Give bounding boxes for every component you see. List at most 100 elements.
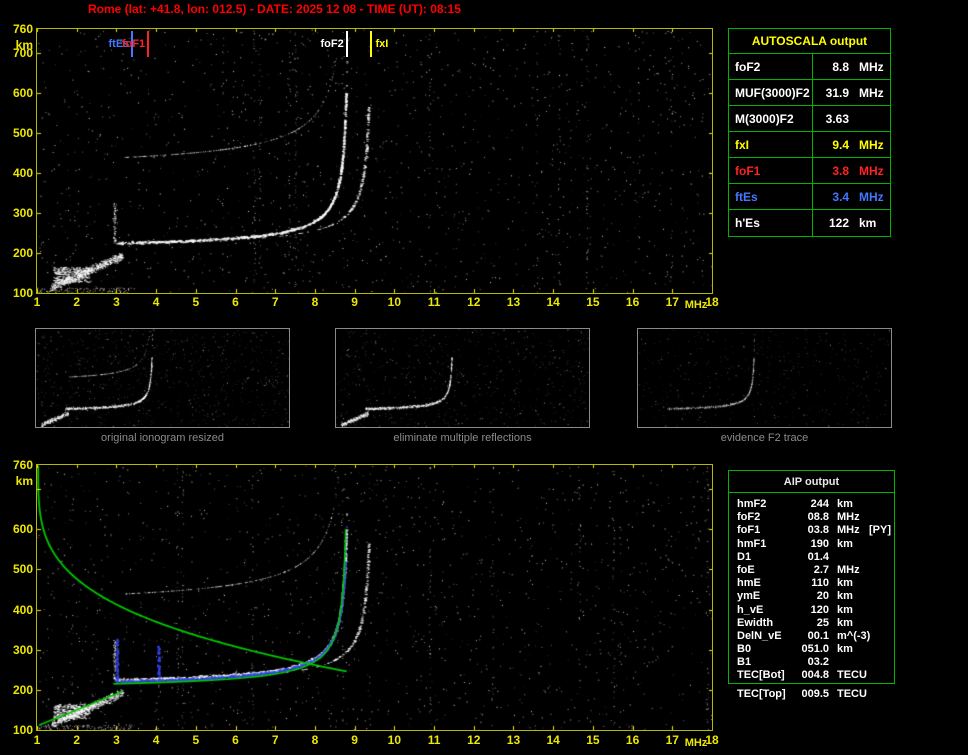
x-axis-label: 7 <box>271 295 279 309</box>
param-value: 03.8 <box>807 524 829 537</box>
x-axis-label: 2 <box>73 295 81 309</box>
table-row: foE 2.7 MHz <box>737 564 894 577</box>
autoscala-table-rows: foF2 8.8 MHz MUF(3000)F2 31.9 MHz M(3000)F2 3.6… <box>729 54 890 236</box>
x-axis-label: 3 <box>113 295 120 309</box>
x-axis-label: 8 <box>311 733 319 747</box>
y-axis-label: 600 <box>12 522 33 537</box>
x-axis-label: 11 <box>427 295 441 309</box>
x-axis-label: 15 <box>586 295 600 309</box>
param-value: 31.9 <box>825 86 849 100</box>
param-value: 3.63 <box>825 112 849 126</box>
param-unit: MHz <box>837 511 860 524</box>
param-unit <box>829 551 867 564</box>
param-value: 2.7 <box>813 563 829 576</box>
table-row: hmF1 190 km <box>737 538 894 551</box>
param-unit: TECU <box>837 669 867 682</box>
top-ionogram-plot: ftEs foF1 foF2 fxI <box>36 28 713 294</box>
param-unit: MHz <box>837 524 860 537</box>
caption-eliminate-reflections: eliminate multiple reflections <box>393 432 532 444</box>
param-unit: km <box>859 216 877 230</box>
x-axis-label: 8 <box>311 295 319 309</box>
table-row: M(3000)F2 3.63 <box>729 106 890 132</box>
table-row: foF2 8.8 MHz <box>729 54 890 80</box>
x-axis-label: 5 <box>192 295 200 309</box>
caption-evidence-f2: evidence F2 trace <box>720 432 809 444</box>
param-value: 3.4 <box>832 190 849 204</box>
param-label: foF2 <box>737 511 761 524</box>
y-axis-unit: km <box>15 474 33 488</box>
autoscala-window: Rome (lat: +41.8, lon: 012.5) - DATE: 20… <box>0 0 968 755</box>
table-row: hmE 110 km <box>737 577 894 590</box>
table-row: DelN_vE 00.1 m^(-3) <box>737 630 894 643</box>
param-label: h_vE <box>737 603 764 616</box>
param-unit: MHz <box>859 60 884 74</box>
param-label: foF1 <box>729 158 813 183</box>
y-axis-label: 300 <box>12 642 33 657</box>
param-unit: TECU <box>837 688 867 700</box>
thumb-evidence-canvas <box>638 329 891 427</box>
aip-table-title: AIP output <box>729 471 894 493</box>
x-axis-label: 4 <box>152 295 160 309</box>
param-value: 244 <box>810 498 829 510</box>
param-label: B1 <box>737 656 752 669</box>
param-unit: MHz <box>837 563 860 576</box>
y-axis-label: 500 <box>12 562 33 577</box>
tec-top-row: TEC[Top] 009.5 TECU <box>737 688 895 701</box>
y-axis-label: 760 <box>12 22 33 36</box>
param-label: fxI <box>729 132 813 157</box>
param-unit: km <box>837 590 853 603</box>
param-label: DelN_vE <box>737 629 782 642</box>
param-unit: km <box>837 537 853 550</box>
param-label: B0 <box>737 643 752 656</box>
param-unit <box>854 106 890 131</box>
y-axis-label: 600 <box>12 86 33 100</box>
param-unit: MHz <box>859 164 884 178</box>
param-unit: km <box>837 616 853 629</box>
table-row: MUF(3000)F2 31.9 MHz <box>729 80 890 106</box>
marker-line-foF2 <box>345 31 348 57</box>
param-unit: m^(-3) <box>837 629 871 642</box>
autoscala-table-title: AUTOSCALA output <box>729 29 890 54</box>
param-value: 08.8 <box>807 511 829 524</box>
x-axis-unit: MHz <box>684 737 708 749</box>
param-label: hmF1 <box>737 537 767 550</box>
marker-label-fxI: fxI <box>375 38 389 50</box>
y-axis-label: 300 <box>12 206 33 220</box>
marker-label-foF1: foF1 <box>121 38 146 50</box>
marker-line-fxI <box>369 31 372 57</box>
x-axis-label: 5 <box>192 733 200 747</box>
param-value: 25 <box>816 616 829 629</box>
param-value: 20 <box>816 590 829 603</box>
param-value: 110 <box>811 577 829 590</box>
y-axis-label: 760 <box>12 458 33 472</box>
x-axis-label: 1 <box>33 733 41 747</box>
param-value: 051.0 <box>801 643 829 656</box>
x-axis-label: 3 <box>113 733 120 747</box>
y-axis-label: 500 <box>12 126 33 140</box>
x-axis-label: 2 <box>73 733 81 747</box>
aip-table-rows: hmF2 244 km foF2 08.8 MHz foF1 03.8 MHz [PY] hmF1 1… <box>729 493 894 683</box>
param-label: Ewidth <box>737 616 774 629</box>
y-axis-label: 700 <box>12 46 33 60</box>
thumb-eliminate-canvas <box>336 329 589 427</box>
param-unit <box>829 656 867 669</box>
param-unit: km <box>837 498 853 510</box>
param-value: 009.5 <box>801 688 829 700</box>
thumb-eliminate-reflections <box>335 328 590 428</box>
table-row: D1 01.4 <box>737 551 894 564</box>
x-axis-label: 10 <box>387 295 402 309</box>
param-unit: MHz <box>859 138 884 152</box>
param-value: 3.8 <box>832 164 849 178</box>
thumb-evidence-f2 <box>637 328 892 428</box>
station-title: Rome (lat: +41.8, lon: 012.5) - DATE: 20… <box>88 2 461 16</box>
param-label: D1 <box>737 550 752 563</box>
param-label: TEC[Bot] <box>737 669 785 682</box>
param-value: 01.4 <box>807 550 829 563</box>
param-unit: MHz <box>859 190 884 204</box>
y-axis-label: 400 <box>12 602 33 617</box>
table-row: B0 051.0 km <box>737 643 894 656</box>
x-axis-label: 13 <box>506 295 521 309</box>
param-label: foF1 <box>737 524 761 537</box>
thumb-original-canvas <box>36 329 289 427</box>
param-label: foE <box>737 563 755 576</box>
